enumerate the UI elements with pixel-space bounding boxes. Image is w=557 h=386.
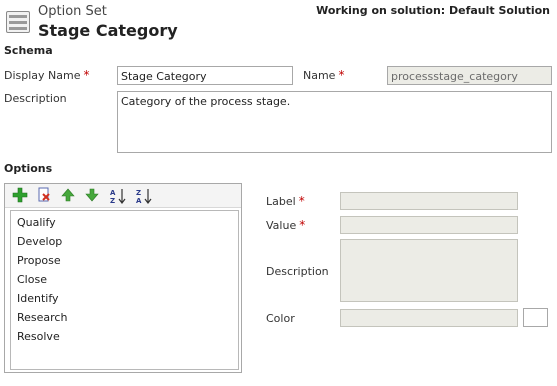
list-item[interactable]: Identify (17, 292, 59, 305)
add-option-button[interactable] (11, 187, 28, 204)
sort-descending-button[interactable]: ZA (135, 187, 152, 205)
move-down-icon (84, 188, 99, 202)
display-name-label: Display Name * (4, 68, 90, 82)
move-up-button[interactable] (59, 187, 76, 204)
required-marker: * (338, 68, 345, 82)
description-label: Description (4, 92, 67, 105)
svg-text:Z: Z (136, 189, 141, 197)
svg-text:Z: Z (110, 197, 115, 205)
option-value-label: Value * (266, 218, 305, 232)
option-value-field[interactable] (340, 216, 518, 234)
sort-descending-icon: ZA (136, 189, 152, 205)
options-section-title: Options (4, 162, 53, 175)
schema-section-title: Schema (4, 44, 53, 57)
svg-text:A: A (110, 189, 116, 197)
display-name-label-text: Display Name (4, 69, 81, 82)
move-down-button[interactable] (83, 187, 100, 204)
list-item[interactable]: Resolve (17, 330, 60, 343)
option-value-label-text: Value (266, 219, 297, 232)
option-color-field[interactable] (340, 309, 518, 327)
option-description-field[interactable] (340, 239, 518, 302)
list-item[interactable]: Close (17, 273, 47, 286)
delete-option-button[interactable] (35, 187, 52, 204)
list-item[interactable]: Qualify (17, 216, 56, 229)
options-panel: AZ ZA Qualify Develop Propose Close Iden… (4, 183, 242, 373)
required-marker: * (298, 194, 305, 208)
display-name-field[interactable]: Stage Category (117, 66, 293, 85)
page-title: Stage Category (38, 21, 178, 40)
move-up-icon (60, 188, 75, 202)
options-toolbar: AZ ZA (5, 184, 241, 208)
option-color-label: Color (266, 312, 295, 325)
option-set-icon (6, 11, 30, 33)
sort-ascending-icon: AZ (110, 189, 126, 205)
required-marker: * (299, 218, 306, 232)
name-label-text: Name (303, 69, 336, 82)
name-field: processstage_category (387, 66, 552, 85)
option-label-field[interactable] (340, 192, 518, 210)
list-item[interactable]: Research (17, 311, 67, 324)
sort-ascending-button[interactable]: AZ (109, 187, 126, 205)
svg-text:A: A (136, 197, 142, 205)
delete-icon (38, 187, 50, 202)
list-item[interactable]: Develop (17, 235, 62, 248)
color-swatch[interactable] (523, 308, 548, 327)
list-item[interactable]: Propose (17, 254, 61, 267)
option-description-label: Description (266, 265, 329, 278)
add-icon (12, 187, 27, 203)
solution-label: Working on solution: Default Solution (316, 4, 550, 17)
options-list[interactable]: Qualify Develop Propose Close Identify R… (10, 210, 239, 370)
required-marker: * (83, 68, 90, 82)
option-label-label: Label * (266, 194, 305, 208)
entity-type-label: Option Set (38, 4, 107, 19)
name-label: Name * (303, 68, 344, 82)
description-field[interactable]: Category of the process stage. (117, 91, 552, 153)
option-label-label-text: Label (266, 195, 296, 208)
